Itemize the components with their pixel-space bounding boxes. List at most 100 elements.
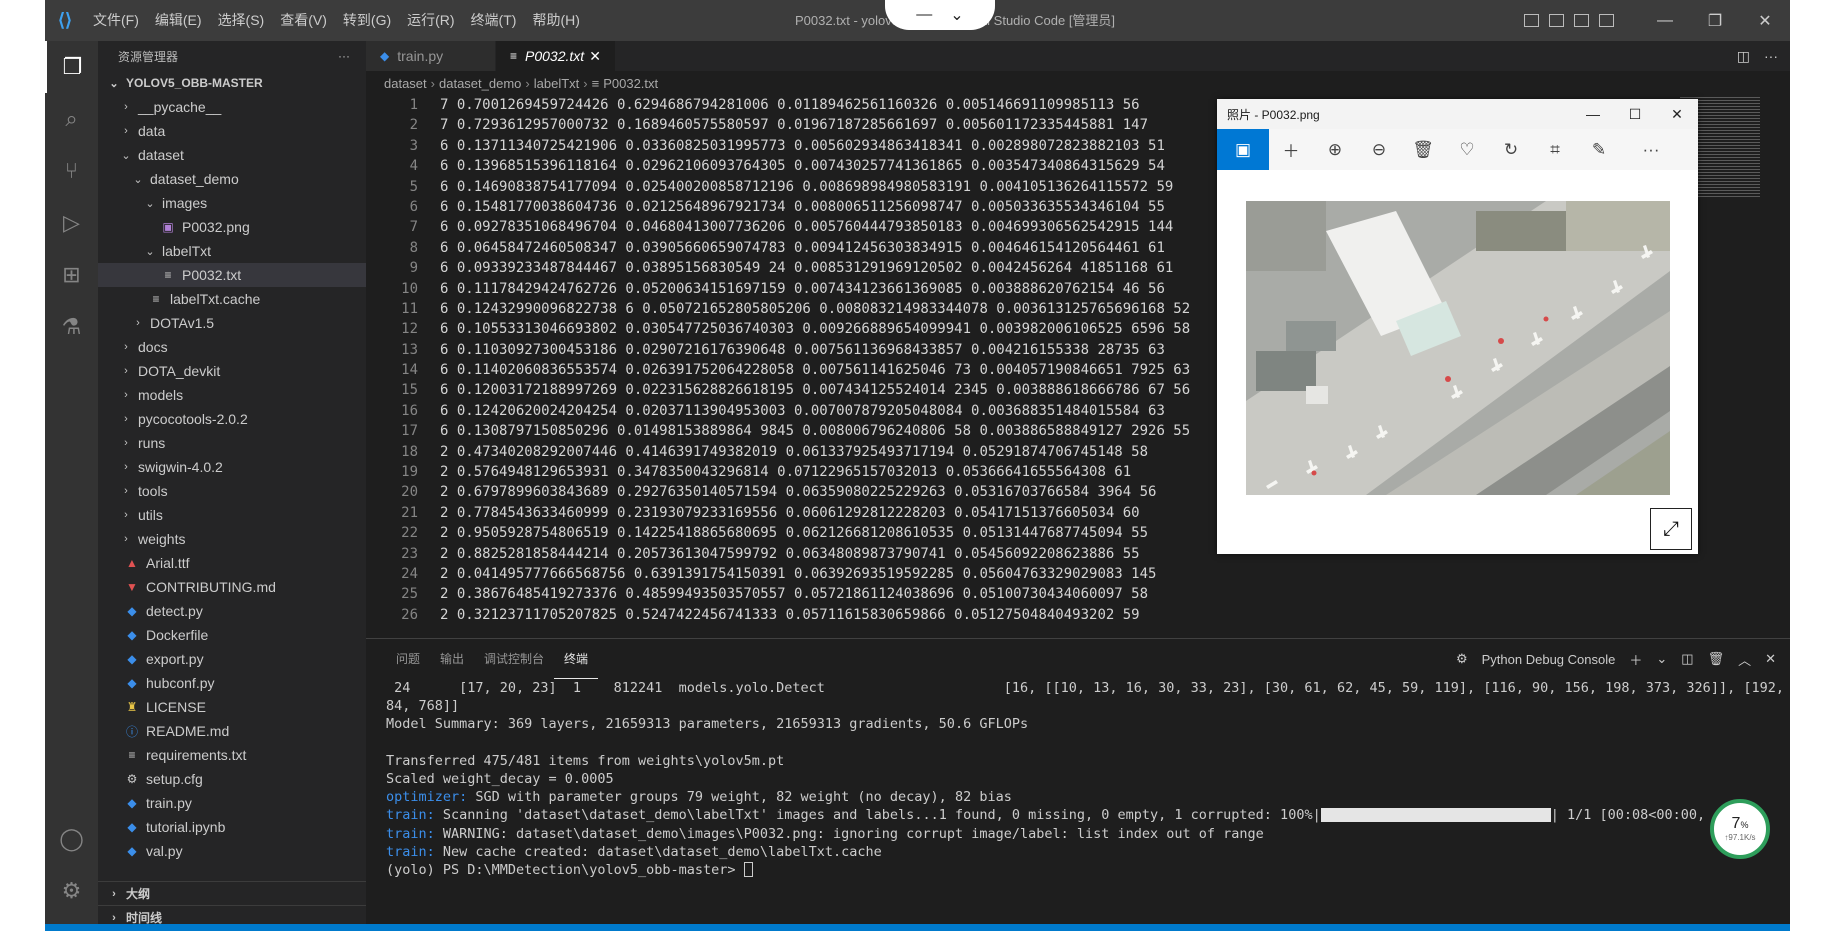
tree-folder[interactable]: › weights [98, 527, 366, 551]
source-control-icon[interactable]: ⑂ [45, 145, 98, 197]
close-panel-icon[interactable]: ✕ [1765, 651, 1776, 667]
tree-file[interactable]: ⚙ setup.cfg [98, 767, 366, 791]
tree-file[interactable]: ♜ LICENSE [98, 695, 366, 719]
tree-folder[interactable]: › tools [98, 479, 366, 503]
tab-output[interactable]: 输出 [430, 639, 474, 679]
menu-item[interactable]: 选择(S) [210, 0, 273, 41]
menu-item[interactable]: 编辑(E) [147, 0, 210, 41]
terminal-output[interactable]: 24 [17, 20, 23] 1 812241 models.yolo.Det… [366, 679, 1790, 879]
tree-folder[interactable]: › DOTAv1.5 [98, 311, 366, 335]
rotate-icon[interactable]: ↻ [1489, 140, 1533, 160]
tree-file[interactable]: ▲ Arial.ttf [98, 551, 366, 575]
trash-icon[interactable]: 🗑 [1708, 651, 1725, 667]
tree-folder[interactable]: › docs [98, 335, 366, 359]
tree-folder[interactable]: › runs [98, 431, 366, 455]
photo-minimize-button[interactable]: — [1572, 99, 1614, 129]
tree-file[interactable]: ◆ export.py [98, 647, 366, 671]
tree-folder[interactable]: ⌄ dataset [98, 143, 366, 167]
more-actions-icon[interactable]: ··· [338, 49, 350, 63]
tree-file[interactable]: ▼ CONTRIBUTING.md [98, 575, 366, 599]
expand-icon[interactable]: ⤢ [1650, 508, 1692, 550]
terminal-instance-label[interactable]: Python Debug Console [1482, 652, 1616, 667]
tree-file[interactable]: ≡ P0032.txt [98, 263, 366, 287]
crop-icon[interactable]: ⌗ [1533, 140, 1577, 160]
code-line-text: 2 0.9505928754806519 0.14225418865680695… [440, 525, 1149, 542]
tree-folder[interactable]: › data [98, 119, 366, 143]
photo-close-button[interactable]: ✕ [1656, 99, 1698, 129]
workspace-root[interactable]: ⌄ YOLOV5_OBB-MASTER [98, 71, 366, 95]
tree-file[interactable]: ≡ requirements.txt [98, 743, 366, 767]
breadcrumb-item[interactable]: P0032.txt [603, 76, 658, 91]
extensions-icon[interactable]: ⊞ [45, 249, 98, 301]
tree-folder[interactable]: › utils [98, 503, 366, 527]
tree-folder[interactable]: ⌄ dataset_demo [98, 167, 366, 191]
tree-folder[interactable]: › DOTA_devkit [98, 359, 366, 383]
settings-gear-icon[interactable]: ⚙ [45, 865, 98, 917]
tree-file[interactable]: ◆ hubconf.py [98, 671, 366, 695]
tab-problems[interactable]: 问题 [386, 639, 430, 679]
tree-file[interactable]: ◆ Dockerfile [98, 623, 366, 647]
add-icon[interactable]: ＋ [1269, 137, 1313, 162]
zoom-out-icon[interactable]: ⊖ [1357, 140, 1401, 160]
more-actions-icon[interactable]: ··· [1764, 48, 1778, 65]
edit-icon[interactable]: ✎ [1577, 140, 1621, 160]
customize-layout-icon[interactable] [1599, 14, 1614, 27]
account-icon[interactable]: ◯ [45, 813, 98, 865]
tab-debug-console[interactable]: 调试控制台 [474, 639, 554, 679]
tree-folder[interactable]: ⌄ images [98, 191, 366, 215]
menu-item[interactable]: 运行(R) [399, 0, 462, 41]
testing-icon[interactable]: ⚗ [45, 301, 98, 353]
breadcrumb-item[interactable]: dataset_demo [439, 76, 521, 91]
tree-file[interactable]: ◆ detect.py [98, 599, 366, 623]
minimize-recorder-icon[interactable]: — [916, 6, 932, 24]
breadcrumb-item[interactable]: labelTxt [534, 76, 580, 91]
tree-file[interactable]: ◆ val.py [98, 839, 366, 863]
tree-file[interactable]: ◆ train.py [98, 791, 366, 815]
menu-item[interactable]: 查看(V) [272, 0, 335, 41]
tree-folder[interactable]: › __pycache__ [98, 95, 366, 119]
menu-item[interactable]: 文件(F) [85, 0, 147, 41]
tree-folder[interactable]: › models [98, 383, 366, 407]
delete-icon[interactable]: 🗑 [1401, 140, 1445, 160]
outline-section[interactable]: › 大纲 [98, 881, 366, 905]
image-icon[interactable]: ▣ [1217, 129, 1269, 170]
tab-terminal[interactable]: 终端 [554, 639, 599, 679]
breadcrumb-item[interactable]: dataset [384, 76, 427, 91]
toggle-secondary-sidebar-icon[interactable] [1574, 14, 1589, 27]
toggle-panel-icon[interactable] [1549, 14, 1564, 27]
tree-file[interactable]: ▣ P0032.png [98, 215, 366, 239]
tree-folder[interactable]: › swigwin-4.0.2 [98, 455, 366, 479]
menu-item[interactable]: 转到(G) [335, 0, 399, 41]
run-debug-icon[interactable]: ▷ [45, 197, 98, 249]
zoom-in-icon[interactable]: ⊕ [1313, 140, 1357, 160]
tab-p0032-txt[interactable]: ≡ P0032.txt ✕ [496, 41, 616, 71]
heart-icon[interactable]: ♡ [1445, 140, 1489, 160]
photo-maximize-button[interactable]: ☐ [1614, 99, 1656, 129]
close-tab-icon[interactable]: ✕ [589, 48, 601, 65]
tab-label: P0032.txt [525, 48, 585, 64]
tree-folder[interactable]: › pycocotools-2.0.2 [98, 407, 366, 431]
menu-item[interactable]: 终端(T) [463, 0, 525, 41]
tab-train-py[interactable]: ◆ train.py [366, 41, 496, 71]
chevron-down-icon: ⌄ [145, 245, 155, 258]
tree-file[interactable]: ≡ labelTxt.cache [98, 287, 366, 311]
split-terminal-icon[interactable]: ◫ [1681, 651, 1693, 667]
split-editor-icon[interactable]: ◫ [1737, 48, 1750, 65]
minimize-button[interactable]: — [1640, 12, 1690, 30]
menu-item[interactable]: 帮助(H) [524, 0, 587, 41]
chevron-down-icon[interactable]: ⌄ [1656, 651, 1667, 667]
network-gauge-widget[interactable]: 7% ↑97.1K/s [1710, 799, 1770, 859]
chevron-down-icon[interactable]: ⌄ [950, 5, 963, 25]
new-terminal-icon[interactable]: ＋ [1629, 650, 1642, 669]
close-button[interactable]: ✕ [1740, 11, 1790, 31]
restore-button[interactable]: ❐ [1690, 11, 1740, 31]
tree-file[interactable]: ◆ tutorial.ipynb [98, 815, 366, 839]
terminal-line: 24 [17, 20, 23] 1 812241 models.yolo.Det… [386, 680, 1790, 696]
tree-file[interactable]: ⓘ README.md [98, 719, 366, 743]
tree-folder[interactable]: ⌄ labelTxt [98, 239, 366, 263]
maximize-panel-icon[interactable]: ︿ [1738, 650, 1751, 669]
search-icon[interactable]: ⌕ [45, 93, 98, 145]
more-icon[interactable]: ··· [1629, 140, 1673, 160]
toggle-primary-sidebar-icon[interactable] [1524, 14, 1539, 27]
explorer-icon[interactable]: ❐ [45, 41, 98, 93]
